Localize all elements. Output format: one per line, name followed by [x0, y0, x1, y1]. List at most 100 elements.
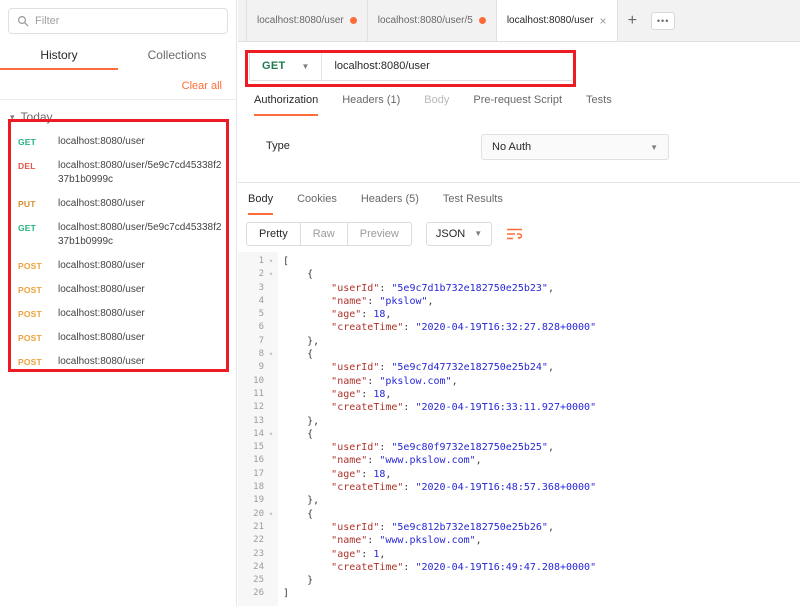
tab-authorization[interactable]: Authorization — [254, 94, 318, 116]
authorization-panel: Type No Auth ▼ — [238, 116, 800, 183]
fold-gutter — [264, 335, 278, 348]
code-line: 18 "createTime": "2020-04-19T16:48:57.36… — [238, 481, 800, 494]
code-text: }, — [278, 494, 319, 507]
code-text: { — [278, 268, 313, 281]
fold-gutter — [264, 561, 278, 574]
fold-arrow-icon[interactable]: ▾ — [264, 348, 278, 361]
code-line: 3 "userId": "5e9c7d1b732e182750e25b23", — [238, 282, 800, 295]
history-item[interactable]: POSTlocalhost:8080/user — [0, 302, 236, 326]
close-icon[interactable]: × — [600, 15, 607, 27]
auth-type-label: Type — [266, 140, 290, 152]
line-number: 24 — [238, 561, 264, 574]
history-item[interactable]: POSTlocalhost:8080/user — [0, 350, 236, 374]
tab-pre-request-script[interactable]: Pre-request Script — [473, 94, 562, 116]
main-panel: localhost:8080/user localhost:8080/user/5… — [238, 0, 800, 606]
chevron-down-icon: ▼ — [650, 143, 658, 152]
line-number: 9 — [238, 361, 264, 374]
code-line: 6 "createTime": "2020-04-19T16:32:27.828… — [238, 321, 800, 334]
history-url: localhost:8080/user — [58, 331, 145, 345]
line-number: 18 — [238, 481, 264, 494]
fold-gutter — [264, 574, 278, 587]
code-line: 26] — [238, 587, 800, 600]
method-label: POST — [18, 283, 58, 297]
fold-arrow-icon[interactable]: ▾ — [264, 268, 278, 281]
code-text: "userId": "5e9c7d1b732e182750e25b23", — [278, 282, 554, 295]
tab-cookies[interactable]: Cookies — [297, 193, 337, 215]
history-url: localhost:8080/user — [58, 135, 145, 149]
method-dropdown[interactable]: GET ▼ — [250, 52, 321, 80]
fold-arrow-icon[interactable]: ▾ — [264, 428, 278, 441]
fold-gutter — [264, 361, 278, 374]
fold-arrow-icon[interactable]: ▾ — [264, 508, 278, 521]
code-text: { — [278, 428, 313, 441]
method-label: GET — [18, 135, 58, 149]
history-url: localhost:8080/user — [58, 259, 145, 273]
request-url-row: GET ▼ localhost:8080/user — [238, 42, 800, 88]
line-number: 19 — [238, 494, 264, 507]
fold-gutter — [264, 295, 278, 308]
fold-gutter — [264, 415, 278, 428]
history-item[interactable]: POSTlocalhost:8080/user — [0, 278, 236, 302]
line-number: 5 — [238, 308, 264, 321]
tab-test-results[interactable]: Test Results — [443, 193, 503, 215]
history-item[interactable]: GETlocalhost:8080/user/5e9c7cd45338f237b… — [0, 216, 236, 254]
history-item[interactable]: POSTlocalhost:8080/user — [0, 326, 236, 350]
code-text: "userId": "5e9c812b732e182750e25b26", — [278, 521, 554, 534]
editor-tab[interactable]: localhost:8080/user/5 — [368, 0, 497, 41]
code-line: 14▾ { — [238, 428, 800, 441]
history-url: localhost:8080/user — [58, 307, 145, 321]
code-text: "createTime": "2020-04-19T16:32:27.828+0… — [278, 321, 596, 334]
wrap-text-icon[interactable] — [506, 227, 523, 241]
fold-gutter — [264, 521, 278, 534]
history-item[interactable]: POSTlocalhost:8080/user — [0, 254, 236, 278]
line-number: 21 — [238, 521, 264, 534]
editor-tab[interactable]: localhost:8080/user — [246, 0, 368, 41]
language-value: JSON — [436, 228, 465, 240]
code-text: "age": 18, — [278, 468, 391, 481]
code-line: 10 "name": "pkslow.com", — [238, 375, 800, 388]
code-text: "age": 18, — [278, 388, 391, 401]
fold-gutter — [264, 587, 278, 600]
tab-response-headers[interactable]: Headers (5) — [361, 193, 419, 215]
tab-collections[interactable]: Collections — [118, 42, 236, 70]
line-number: 16 — [238, 454, 264, 467]
tab-tests[interactable]: Tests — [586, 94, 612, 116]
auth-type-value: No Auth — [492, 141, 531, 153]
tab-title: localhost:8080/user — [257, 15, 344, 26]
history-item[interactable]: GETlocalhost:8080/user — [0, 130, 236, 154]
clear-all-link[interactable]: Clear all — [182, 80, 222, 92]
auth-type-dropdown[interactable]: No Auth ▼ — [481, 134, 669, 160]
filter-input[interactable] — [35, 15, 219, 27]
language-dropdown[interactable]: JSON ▼ — [426, 222, 492, 246]
new-tab-button[interactable]: + — [618, 0, 647, 41]
fold-arrow-icon[interactable]: ▾ — [264, 255, 278, 268]
history-group-today[interactable]: ▾ Today — [0, 100, 236, 130]
fold-gutter — [264, 468, 278, 481]
fold-gutter — [264, 494, 278, 507]
view-raw[interactable]: Raw — [301, 223, 348, 245]
fold-gutter — [264, 375, 278, 388]
code-text: "userId": "5e9c7d47732e182750e25b24", — [278, 361, 554, 374]
history-item[interactable]: DELlocalhost:8080/user/5e9c7cd45338f237b… — [0, 154, 236, 192]
tab-body: Body — [424, 94, 449, 116]
line-number: 8 — [238, 348, 264, 361]
view-pretty[interactable]: Pretty — [247, 223, 301, 245]
method-label: POST — [18, 307, 58, 321]
history-item[interactable]: PUTlocalhost:8080/user — [0, 192, 236, 216]
tab-headers[interactable]: Headers (1) — [342, 94, 400, 116]
tab-response-body[interactable]: Body — [248, 193, 273, 215]
line-number: 12 — [238, 401, 264, 414]
url-input[interactable]: localhost:8080/user — [322, 60, 441, 72]
history-url: localhost:8080/user — [58, 355, 145, 369]
view-preview[interactable]: Preview — [348, 223, 411, 245]
code-line: 23 "age": 1, — [238, 548, 800, 561]
response-tabs: Body Cookies Headers (5) Test Results — [238, 183, 800, 215]
code-text: "createTime": "2020-04-19T16:33:11.927+0… — [278, 401, 596, 414]
tab-history[interactable]: History — [0, 42, 118, 70]
line-number: 4 — [238, 295, 264, 308]
line-number: 6 — [238, 321, 264, 334]
more-tabs-button[interactable]: ••• — [651, 12, 675, 30]
editor-tab[interactable]: localhost:8080/user× — [497, 0, 618, 41]
code-line: 17 "age": 18, — [238, 468, 800, 481]
fold-gutter — [264, 441, 278, 454]
